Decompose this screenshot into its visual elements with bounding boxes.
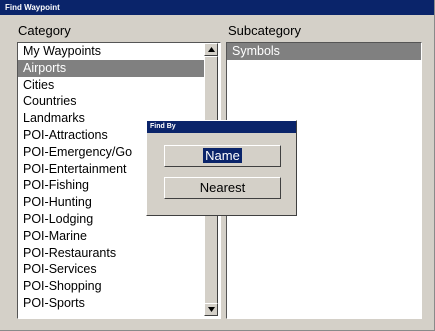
name-button-label: Name xyxy=(203,148,242,163)
category-header: Category xyxy=(18,23,71,38)
subcategory-header: Subcategory xyxy=(228,23,301,38)
triangle-down-icon xyxy=(208,307,215,312)
nearest-button[interactable]: Nearest xyxy=(164,177,281,199)
list-item[interactable]: Countries xyxy=(18,93,204,110)
list-item-selected[interactable]: Airports xyxy=(18,59,204,77)
scroll-up-button[interactable] xyxy=(204,43,218,56)
list-item[interactable]: POI-Services xyxy=(18,261,204,278)
window-title: Find Waypoint xyxy=(0,0,434,15)
list-item[interactable]: POI-Sports xyxy=(18,295,204,312)
list-item[interactable]: My Waypoints xyxy=(18,43,204,60)
triangle-up-icon xyxy=(208,47,215,52)
list-item[interactable]: POI-Marine xyxy=(18,228,204,245)
list-item[interactable]: POI-Restaurants xyxy=(18,245,204,262)
find-by-dialog: Find By Name Nearest xyxy=(146,120,297,216)
name-button[interactable]: Name xyxy=(164,145,281,167)
find-waypoint-window: Find Waypoint Category Subcategory My Wa… xyxy=(0,0,435,331)
list-item[interactable]: Cities xyxy=(18,77,204,94)
list-item[interactable]: POI-Shopping xyxy=(18,278,204,295)
list-item-selected[interactable]: Symbols xyxy=(227,43,421,60)
scroll-down-button[interactable] xyxy=(204,303,218,316)
nearest-button-label: Nearest xyxy=(199,180,246,195)
dialog-title: Find By xyxy=(147,121,296,133)
